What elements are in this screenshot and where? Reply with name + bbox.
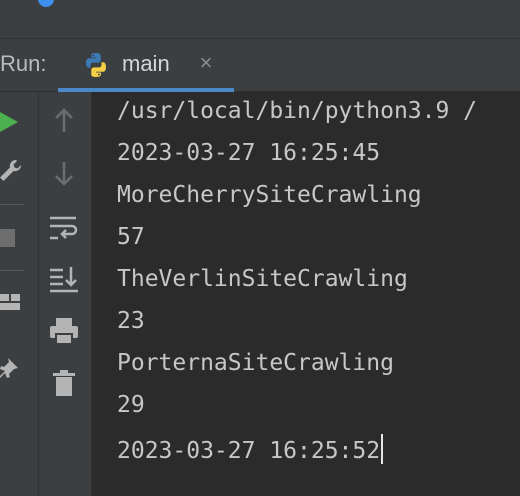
toolbar-divider: [0, 270, 24, 271]
console-line: TheVerlinSiteCrawling: [117, 266, 408, 292]
text-caret: [381, 434, 384, 464]
python-icon: [86, 53, 106, 77]
console-line: 23: [117, 308, 145, 334]
layout-icon[interactable]: [0, 288, 22, 316]
top-toolbar-strip: [0, 0, 520, 39]
console-line: 2023-03-27 16:25:45: [117, 140, 381, 166]
toolbar-divider: [0, 204, 24, 205]
console-line: 57: [117, 224, 145, 250]
soft-wrap-icon[interactable]: [47, 210, 81, 244]
tab-main[interactable]: main ×: [58, 39, 234, 92]
down-arrow-icon[interactable]: [47, 156, 81, 190]
trash-icon[interactable]: [47, 366, 81, 400]
status-icon: [38, 0, 54, 7]
wrench-icon[interactable]: [0, 156, 22, 184]
console-line: 29: [117, 392, 145, 418]
stop-icon[interactable]: [0, 224, 22, 252]
tab-label: main: [122, 51, 170, 76]
pin-icon[interactable]: [0, 354, 22, 382]
scroll-to-end-icon[interactable]: [47, 262, 81, 296]
print-icon[interactable]: [47, 314, 81, 348]
close-icon[interactable]: ×: [194, 51, 218, 75]
console-line-text: 2023-03-27 16:25:52: [117, 438, 381, 464]
console-line-command: /usr/local/bin/python3.9 /: [117, 98, 478, 124]
console-toolbar: [39, 92, 92, 496]
console-line: MoreCherrySiteCrawling: [117, 182, 422, 208]
up-arrow-icon[interactable]: [47, 104, 81, 138]
run-tool-window-header: Run: main ×: [0, 39, 520, 92]
console-output[interactable]: /usr/local/bin/python3.9 / 2023-03-27 16…: [92, 92, 520, 496]
run-icon[interactable]: [0, 108, 22, 136]
console-line-last: 2023-03-27 16:25:52: [117, 434, 384, 464]
run-actions-toolbar: [0, 92, 38, 496]
run-label: Run:: [0, 51, 47, 76]
console-line: PorternaSiteCrawling: [117, 350, 394, 376]
